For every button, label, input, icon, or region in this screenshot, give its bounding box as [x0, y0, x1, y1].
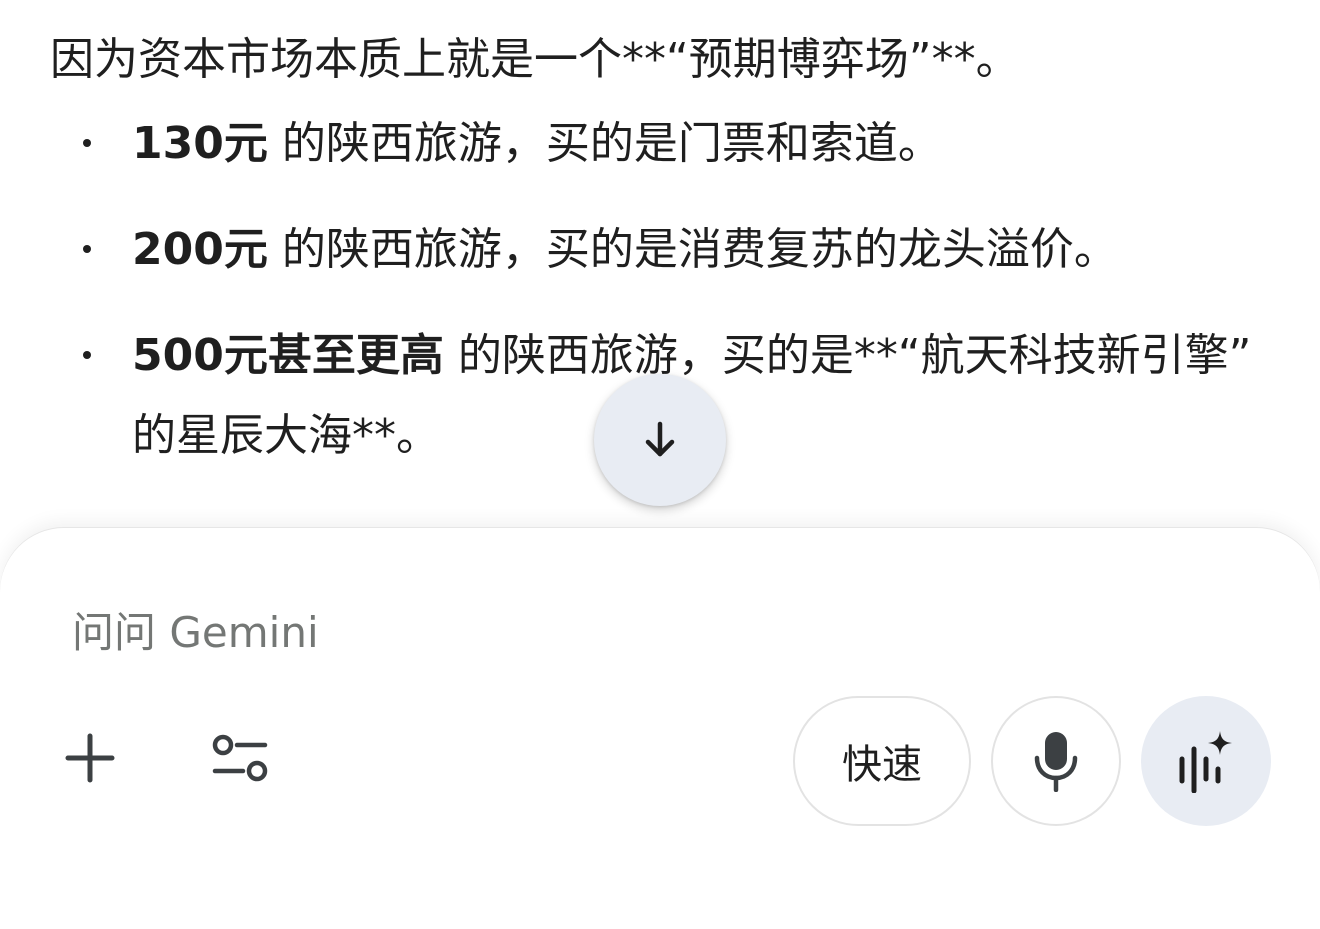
arrow-down-icon — [645, 421, 675, 457]
list-item: 130元 的陕西旅游，买的是门票和索道。 — [50, 104, 1290, 184]
response-intro: 因为资本市场本质上就是一个**“预期博弈场”**。 — [50, 34, 1020, 85]
bullet-dot — [83, 245, 91, 253]
bullet-dot — [83, 139, 91, 147]
bullet-price: 130元 — [132, 118, 268, 169]
bullet-text: 的陕西旅游，买的是消费复苏的龙头溢价。 — [267, 224, 1118, 275]
prompt-input[interactable] — [72, 600, 1232, 664]
mode-selector-button[interactable]: 快速 — [793, 696, 971, 826]
live-sparkle-icon — [1179, 731, 1232, 793]
mic-icon — [1034, 732, 1078, 792]
prompt-composer: 快速 — [0, 528, 1320, 929]
tune-icon — [212, 734, 268, 782]
bullet-price: 500元甚至更高 — [132, 330, 444, 381]
bullet-text: 的陕西旅游，买的是门票和索道。 — [267, 118, 942, 169]
bullet-price: 200元 — [132, 224, 268, 275]
microphone-button[interactable] — [991, 696, 1121, 826]
plus-icon — [65, 733, 115, 783]
tools-button[interactable] — [206, 724, 276, 794]
bullet-dot — [83, 351, 91, 359]
gemini-chat-screen: 因为资本市场本质上就是一个**“预期博弈场”**。 130元 的陕西旅游，买的是… — [0, 0, 1320, 929]
list-item: 200元 的陕西旅游，买的是消费复苏的龙头溢价。 — [50, 210, 1290, 290]
live-mode-button[interactable] — [1141, 696, 1271, 826]
add-attachment-button[interactable] — [56, 724, 124, 792]
scroll-to-bottom-button[interactable] — [594, 374, 726, 506]
